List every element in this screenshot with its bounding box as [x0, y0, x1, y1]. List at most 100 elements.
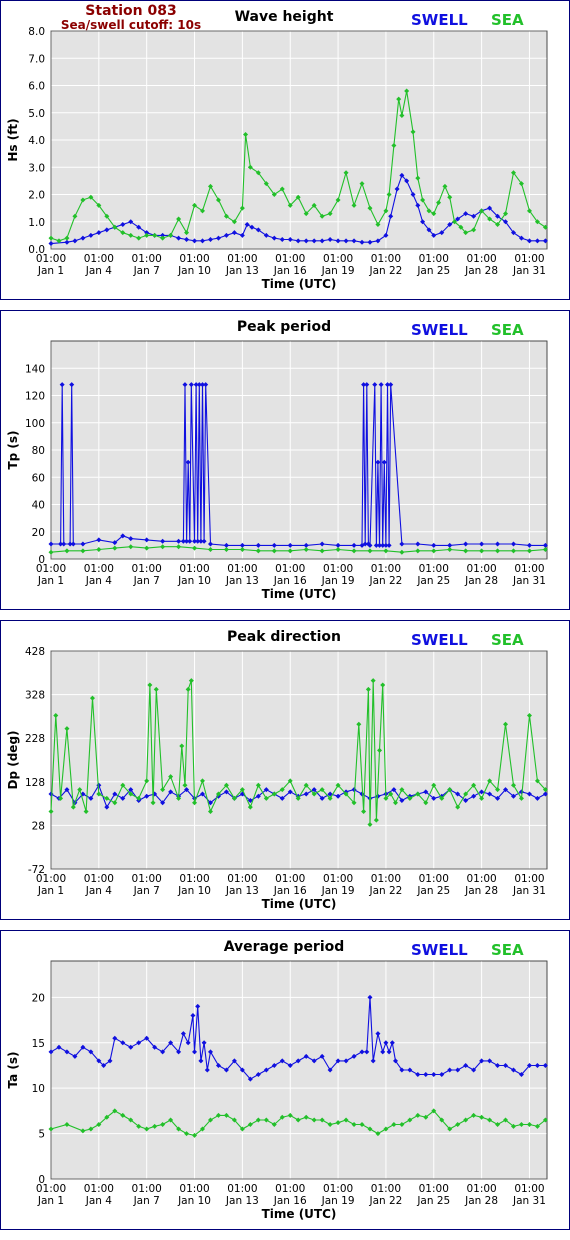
- x-tick-date: Jan 28: [464, 575, 498, 587]
- y-tick-label: 128: [25, 777, 45, 789]
- y-tick-label: 5: [38, 1129, 45, 1141]
- x-tick-date: Jan 13: [225, 265, 259, 277]
- chart-title: Average period: [224, 939, 345, 955]
- y-tick-label: 8.0: [28, 26, 45, 38]
- y-tick-label: 3.0: [28, 162, 45, 174]
- y-tick-label: 328: [25, 690, 45, 702]
- y-axis-label: Hs (ft): [6, 118, 20, 161]
- x-tick-date: Jan 1: [37, 885, 64, 897]
- x-tick-time: 01:00: [84, 1183, 114, 1195]
- y-tick-label: 1.0: [28, 217, 45, 229]
- x-tick-date: Jan 13: [225, 1195, 259, 1207]
- panel-peak-direction: -72 28 128 228 328 428 01:00 Jan 1 01:00 Jan 4 01:…: [0, 620, 570, 920]
- x-tick-date: Jan 7: [133, 1195, 160, 1207]
- y-tick-label: 60: [32, 472, 45, 484]
- x-tick-time: 01:00: [323, 253, 353, 265]
- x-tick-time: 01:00: [179, 873, 209, 885]
- panel-peak-period: 0 20 40 60 80 100 120 140 01:00 Jan 1 01:00 Jan 4 01…: [0, 310, 570, 610]
- x-tick-date: Jan 25: [416, 885, 450, 897]
- y-tick-label: 2.0: [28, 190, 45, 202]
- y-tick-label: 228: [25, 733, 45, 745]
- x-tick-time: 01:00: [275, 253, 305, 265]
- x-tick-date: Jan 22: [368, 575, 402, 587]
- x-tick-time: 01:00: [514, 563, 544, 575]
- x-tick-time: 01:00: [179, 563, 209, 575]
- y-tick-label: 120: [25, 391, 45, 403]
- y-tick-label: 428: [25, 646, 45, 658]
- y-tick-label: 80: [32, 445, 45, 457]
- x-tick-time: 01:00: [419, 253, 449, 265]
- x-tick-time: 01:00: [466, 253, 496, 265]
- x-tick-time: 01:00: [371, 1183, 401, 1195]
- x-tick-date: Jan 19: [321, 1195, 355, 1207]
- x-tick-date: Jan 7: [133, 265, 160, 277]
- x-tick-date: Jan 4: [85, 885, 113, 897]
- x-tick-date: Jan 10: [177, 575, 211, 587]
- x-tick-time: 01:00: [84, 873, 114, 885]
- x-tick-time: 01:00: [227, 253, 257, 265]
- x-tick-time: 01:00: [179, 253, 209, 265]
- y-tick-label: 140: [25, 363, 45, 375]
- cutoff-label: Sea/swell cutoff: 10s: [61, 18, 201, 32]
- y-tick-label: 5.0: [28, 108, 45, 120]
- x-tick-time: 01:00: [36, 1183, 66, 1195]
- y-tick-label: 4.0: [28, 135, 45, 147]
- y-tick-label: 40: [32, 500, 45, 512]
- x-tick-date: Jan 31: [512, 885, 546, 897]
- x-tick-date: Jan 31: [512, 575, 546, 587]
- x-axis-label: Time (UTC): [262, 587, 337, 601]
- chart-peak-period: 02040608010012014001:00Jan 101:00Jan 401…: [6, 319, 548, 601]
- x-tick-time: 01:00: [84, 563, 114, 575]
- x-tick-date: Jan 19: [321, 265, 355, 277]
- x-tick-date: Jan 28: [464, 1195, 498, 1207]
- x-tick-date: Jan 13: [225, 575, 259, 587]
- y-axis-label: Dp (deg): [6, 730, 20, 789]
- y-axis-label: Ta (s): [6, 1051, 20, 1088]
- x-tick-date: Jan 1: [37, 575, 64, 587]
- chart-title: Peak period: [237, 319, 331, 335]
- x-tick-date: Jan 16: [273, 265, 307, 277]
- plot-area: [50, 650, 548, 870]
- x-tick-time: 01:00: [514, 1183, 544, 1195]
- y-axis-label: Tp (s): [6, 430, 20, 469]
- y-tick-label: 10: [32, 1083, 45, 1095]
- x-axis-label: Time (UTC): [262, 277, 337, 291]
- legend-swell: SWELL: [411, 11, 468, 29]
- x-tick-date: Jan 7: [133, 575, 160, 587]
- x-tick-date: Jan 28: [464, 885, 498, 897]
- x-tick-time: 01:00: [323, 563, 353, 575]
- x-tick-time: 01:00: [419, 563, 449, 575]
- x-tick-time: 01:00: [227, 1183, 257, 1195]
- x-tick-date: Jan 22: [368, 265, 402, 277]
- legend-sea: SEA: [491, 321, 524, 339]
- station-label: Station 083: [85, 3, 176, 19]
- x-tick-time: 01:00: [371, 253, 401, 265]
- x-tick-date: Jan 25: [416, 265, 450, 277]
- x-tick-date: Jan 19: [321, 575, 355, 587]
- chart-title: Peak direction: [227, 629, 341, 645]
- x-tick-date: Jan 16: [273, 885, 307, 897]
- y-tick-label: 6.0: [28, 81, 45, 93]
- legend-swell: SWELL: [411, 941, 468, 959]
- x-tick-time: 01:00: [514, 873, 544, 885]
- x-tick-time: 01:00: [132, 1183, 162, 1195]
- x-axis-label: Time (UTC): [262, 897, 337, 911]
- x-tick-time: 01:00: [36, 253, 66, 265]
- legend-sea: SEA: [491, 11, 524, 29]
- x-tick-time: 01:00: [275, 1183, 305, 1195]
- panel-wave-height: 0.0 1.0 2.0 3.0 4.0 5.0 6.0 7.0 8.0 01:00 Jan 1 01:…: [0, 0, 570, 300]
- x-tick-date: Jan 13: [225, 885, 259, 897]
- x-tick-time: 01:00: [419, 873, 449, 885]
- y-tick-label: 20: [32, 992, 45, 1004]
- x-tick-date: Jan 1: [37, 1195, 64, 1207]
- chart-peak-direction: -722812822832842801:00Jan 101:00Jan 401:…: [6, 629, 548, 911]
- x-tick-time: 01:00: [371, 873, 401, 885]
- x-tick-time: 01:00: [323, 873, 353, 885]
- x-tick-time: 01:00: [275, 873, 305, 885]
- legend-sea: SEA: [491, 941, 524, 959]
- x-tick-date: Jan 16: [273, 575, 307, 587]
- x-tick-time: 01:00: [132, 873, 162, 885]
- legend-sea: SEA: [491, 631, 524, 649]
- x-axis-label: Time (UTC): [262, 1207, 337, 1221]
- x-tick-time: 01:00: [466, 873, 496, 885]
